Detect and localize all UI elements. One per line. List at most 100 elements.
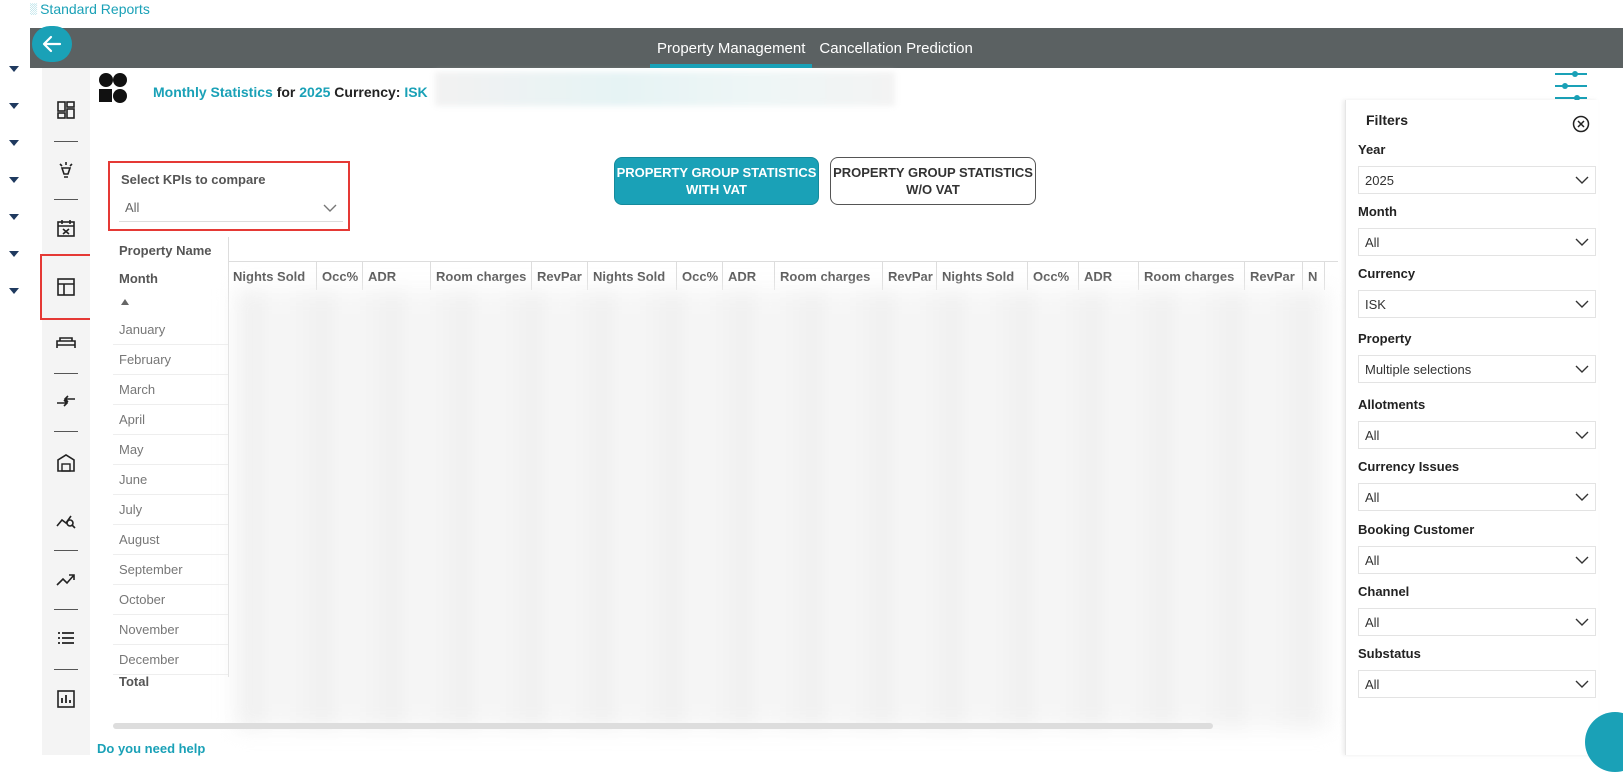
bed-icon[interactable]: [42, 323, 90, 363]
filter-month: Month All: [1358, 204, 1596, 256]
filter-currency-issues: Currency Issues All: [1358, 459, 1596, 511]
column-header[interactable]: Occ%: [1028, 262, 1079, 290]
filter-allotments: Allotments All: [1358, 397, 1596, 449]
column-header[interactable]: Room charges: [431, 262, 532, 290]
chevron-down-icon: [1575, 238, 1589, 246]
filters-panel: Filters Year 2025 Month All Currency ISK Prope…: [1345, 100, 1598, 755]
caret-down-icon[interactable]: [9, 251, 19, 257]
kpi-dropdown[interactable]: All: [119, 194, 343, 222]
redacted-property-names: [435, 72, 895, 106]
column-header[interactable]: Occ%: [317, 262, 363, 290]
bar-chart-icon[interactable]: [42, 679, 90, 719]
filter-value: All: [1365, 676, 1380, 692]
filter-label: Allotments: [1358, 397, 1426, 412]
arrow-left-icon: [42, 35, 62, 53]
filter-substatus: Substatus All: [1358, 646, 1596, 698]
column-header[interactable]: ADR: [363, 262, 431, 290]
filter-dropdown[interactable]: ISK: [1358, 290, 1596, 318]
column-header[interactable]: RevPar: [883, 262, 937, 290]
filter-currency: Currency ISK: [1358, 266, 1596, 318]
caret-down-icon[interactable]: [9, 288, 19, 294]
company-logo: [98, 72, 128, 104]
without-vat-button[interactable]: PROPERTY GROUP STATISTICS W/O VAT: [830, 157, 1036, 205]
column-header[interactable]: N: [1303, 262, 1325, 290]
month-row: December: [113, 645, 228, 675]
close-icon[interactable]: [1572, 115, 1590, 133]
filter-dropdown[interactable]: All: [1358, 421, 1596, 449]
month-header[interactable]: Month: [119, 271, 158, 286]
month-row: August: [113, 525, 228, 555]
column-header[interactable]: Room charges: [775, 262, 883, 290]
column-header[interactable]: Nights Sold: [228, 262, 317, 290]
filter-value: All: [1365, 552, 1380, 568]
chevron-down-icon: [1575, 556, 1589, 564]
month-row: October: [113, 585, 228, 615]
list-icon[interactable]: [42, 618, 90, 658]
column-header[interactable]: ADR: [1079, 262, 1139, 290]
sort-ascending-icon[interactable]: [121, 299, 129, 305]
dashboard-icon[interactable]: [42, 90, 90, 130]
chevron-down-icon: [1575, 618, 1589, 626]
column-headers: Nights Sold Occ% ADR Room charges RevPar Nigh…: [228, 262, 1325, 290]
warehouse-icon[interactable]: [42, 443, 90, 483]
column-header[interactable]: ADR: [723, 262, 775, 290]
chart-search-icon[interactable]: [42, 500, 90, 540]
column-header[interactable]: Occ%: [677, 262, 723, 290]
property-group-header: [228, 237, 1338, 262]
column-header[interactable]: Nights Sold: [588, 262, 677, 290]
filter-dropdown[interactable]: All: [1358, 608, 1596, 636]
redacted-table-data: [233, 289, 1333, 729]
trend-up-icon[interactable]: [42, 559, 90, 599]
filter-dropdown[interactable]: All: [1358, 483, 1596, 511]
horizontal-scrollbar[interactable]: [113, 723, 1213, 729]
filter-channel: Channel All: [1358, 584, 1596, 636]
caret-down-icon[interactable]: [9, 177, 19, 183]
table-layout-icon[interactable]: [40, 254, 92, 320]
filter-year: Year 2025: [1358, 142, 1596, 194]
column-header[interactable]: Nights Sold: [937, 262, 1028, 290]
column-header[interactable]: RevPar: [1245, 262, 1303, 290]
caret-down-icon[interactable]: [9, 140, 19, 146]
column-header[interactable]: Room charges: [1139, 262, 1245, 290]
filter-dropdown[interactable]: All: [1358, 546, 1596, 574]
with-vat-button[interactable]: PROPERTY GROUP STATISTICS WITH VAT: [614, 157, 819, 205]
filter-booking-customer: Booking Customer All: [1358, 522, 1596, 574]
month-row: November: [113, 615, 228, 645]
month-row: January: [113, 315, 228, 345]
filter-dropdown[interactable]: Multiple selections: [1358, 355, 1596, 383]
filter-label: Booking Customer: [1358, 522, 1475, 537]
kpi-dropdown-value: All: [125, 200, 140, 215]
month-row: July: [113, 495, 228, 525]
tab-cancellation-prediction[interactable]: Cancellation Prediction: [812, 28, 979, 68]
filter-value: All: [1365, 614, 1380, 630]
column-header[interactable]: RevPar: [532, 262, 588, 290]
filter-dropdown[interactable]: 2025: [1358, 166, 1596, 194]
swap-arrows-icon[interactable]: [42, 381, 90, 421]
filters-toggle-button[interactable]: [1553, 70, 1589, 102]
filter-label: Substatus: [1358, 646, 1421, 661]
chevron-down-icon: [1575, 431, 1589, 439]
month-row: September: [113, 555, 228, 585]
filter-value: All: [1365, 427, 1380, 443]
outer-nav-carets: [9, 66, 25, 325]
report-title: Monthly Statistics for 2025 Currency: IS…: [153, 84, 428, 100]
sliders-icon: [1555, 71, 1587, 101]
tab-property-management[interactable]: Property Management: [650, 28, 813, 68]
standard-reports-label: Standard Reports: [40, 1, 150, 17]
filter-dropdown[interactable]: All: [1358, 228, 1596, 256]
filter-dropdown[interactable]: All: [1358, 670, 1596, 698]
filter-label: Year: [1358, 142, 1386, 157]
filter-property: Property Multiple selections: [1358, 331, 1596, 383]
lamp-icon[interactable]: [42, 150, 90, 190]
month-row: February: [113, 345, 228, 375]
icon-rail: [40, 68, 92, 755]
calendar-cancel-icon[interactable]: [42, 208, 90, 248]
filter-value: All: [1365, 234, 1380, 250]
back-button[interactable]: [32, 26, 72, 62]
standard-reports-link[interactable]: ░ Standard Reports: [30, 0, 150, 18]
month-row: April: [113, 405, 228, 435]
caret-down-icon[interactable]: [9, 66, 19, 72]
help-link[interactable]: Do you need help: [97, 741, 205, 756]
caret-down-icon[interactable]: [9, 103, 19, 109]
caret-down-icon[interactable]: [9, 214, 19, 220]
